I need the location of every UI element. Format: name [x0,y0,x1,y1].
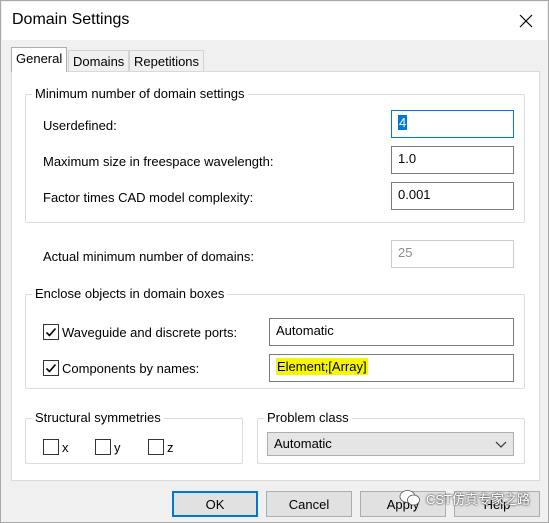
symmetry-x-label: x [62,440,69,455]
problem-class-select[interactable]: Automatic [267,432,514,456]
waveguide-input[interactable]: Automatic [269,318,514,346]
problem-class-selected: Automatic [274,436,332,451]
symmetry-z-label: z [167,440,174,455]
symmetry-x-checkbox[interactable] [43,439,59,455]
max-size-input[interactable]: 1.0 [391,146,514,174]
userdefined-input[interactable]: 4 [391,110,514,138]
waveguide-checkbox[interactable] [43,324,59,340]
ok-button[interactable]: OK [172,491,258,517]
symmetry-y-label: y [114,440,121,455]
components-checkbox[interactable] [43,360,59,376]
checkmark-icon [45,327,57,337]
chevron-down-icon [495,441,507,448]
components-label: Components by names: [62,361,200,376]
components-value: Element;[Array] [276,358,368,375]
dialog-title: Domain Settings [12,11,130,28]
factor-input[interactable]: 0.001 [391,182,514,210]
waveguide-label: Waveguide and discrete ports: [62,325,238,340]
actual-min-label: Actual minimum number of domains: [43,249,254,264]
close-button[interactable] [513,8,539,34]
close-icon [519,14,533,28]
cancel-button[interactable]: Cancel [266,491,352,517]
watermark: CST仿真专家之路 [399,485,530,511]
userdefined-label: Userdefined: [43,118,117,133]
symmetry-y-checkbox[interactable] [95,439,111,455]
enclose-objects-legend: Enclose objects in domain boxes [32,286,228,301]
title-bar: Domain Settings [2,2,547,40]
checkmark-icon [45,363,57,373]
max-size-label: Maximum size in freespace wavelength: [43,154,274,169]
domain-settings-dialog: Domain Settings General Domains Repetiti… [0,0,549,523]
watermark-text: CST仿真专家之路 [426,491,531,507]
problem-class-legend: Problem class [264,410,352,425]
components-input[interactable]: Element;[Array] [269,354,514,382]
userdefined-value: 4 [398,115,408,130]
actual-min-field: 25 [391,240,514,268]
min-domain-settings-legend: Minimum number of domain settings [32,86,248,101]
symmetry-z-checkbox[interactable] [148,439,164,455]
factor-label: Factor times CAD model complexity: [43,190,254,205]
structural-symmetries-legend: Structural symmetries [32,410,164,425]
tab-domains[interactable]: Domains [68,50,130,71]
wechat-icon [399,490,420,506]
tab-repetitions[interactable]: Repetitions [129,50,205,71]
tab-general[interactable]: General [11,47,68,72]
